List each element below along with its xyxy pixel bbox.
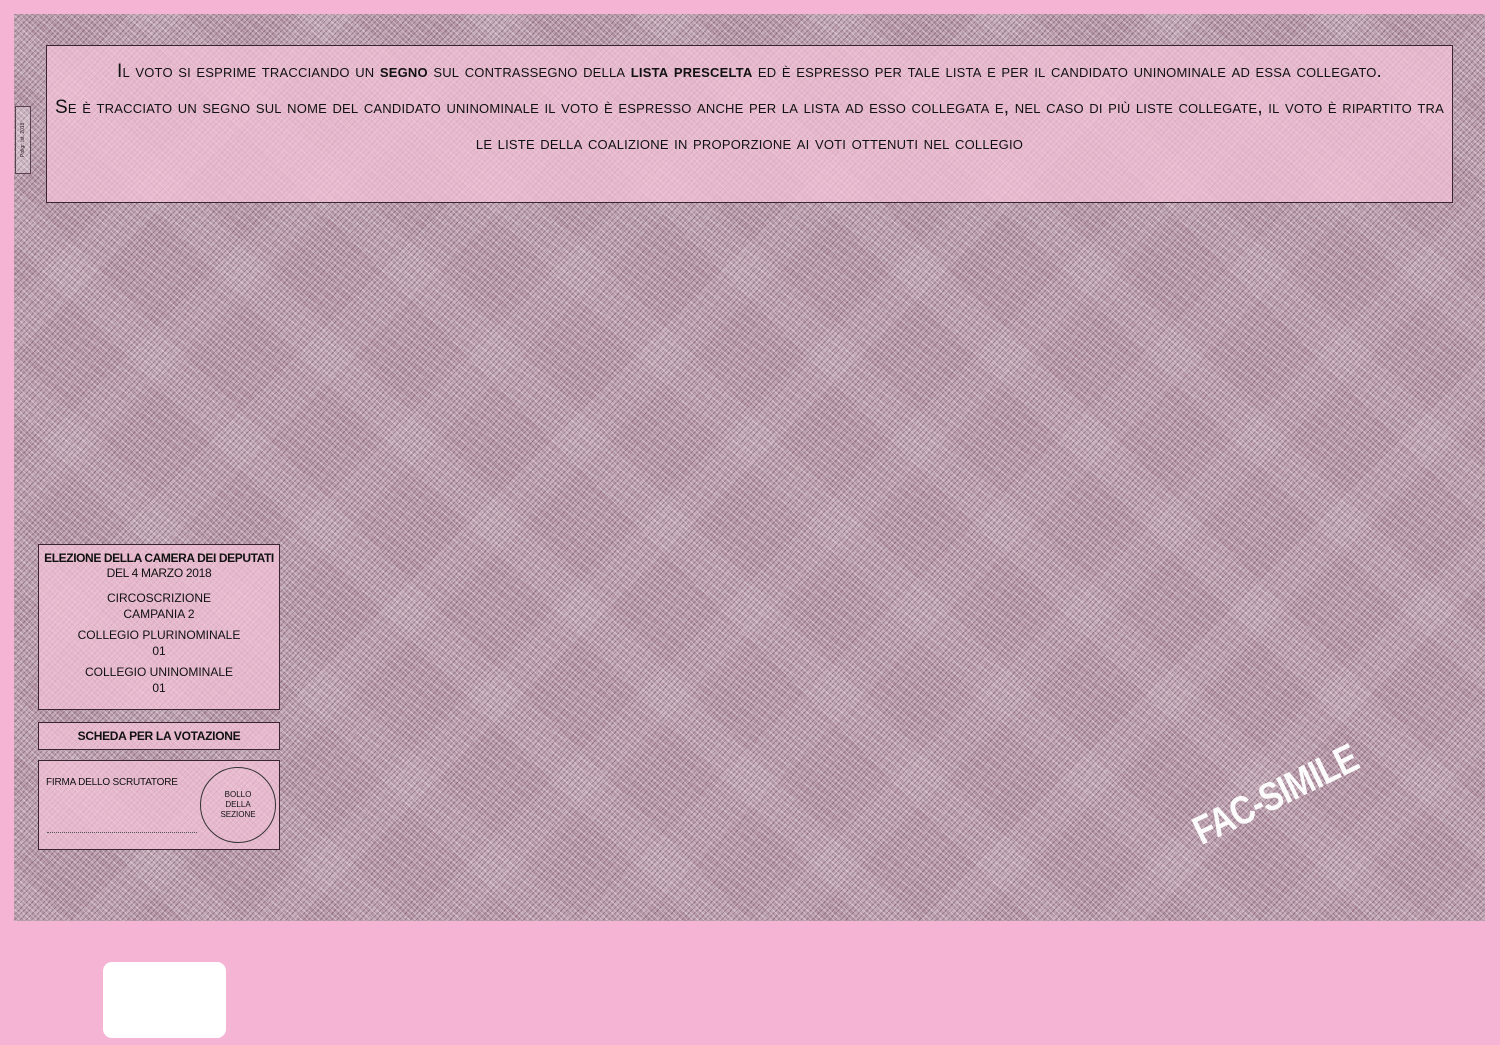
instruction-paragraph-2: Se è tracciato un segno sul nome del can… [54,97,1445,154]
ballot-sheet: Poligr. Ist. 2018 Il voto si esprime tra… [14,14,1485,921]
signature-box: FIRMA DELLO SCRUTATORE BOLLO DELLA SEZIO… [38,760,280,850]
signature-label: FIRMA DELLO SCRUTATORE [46,777,178,788]
collegio-plurinominale-value: 01 [152,644,166,658]
instruction-text: sul contrassegno della [427,61,631,82]
instruction-paragraph-1: Il voto si esprime tracciando un segno s… [53,54,1446,90]
signature-line [47,832,197,833]
circoscrizione-label: CIRCOSCRIZIONE [106,591,211,605]
collegio-uninominale-label: COLLEGIO UNINOMINALE [84,665,234,679]
election-date: DEL 4 MARZO 2018 [106,566,212,580]
blank-label-area [103,962,226,1038]
stamp-text: DELLA [225,800,251,809]
instruction-emphasis-lista: lista prescelta [630,61,753,82]
printer-code: Poligr. Ist. 2018 [15,106,31,174]
collegio-plurinominale-label: COLLEGIO PLURINOMINALE [77,628,241,642]
circoscrizione-value: CAMPANIA 2 [123,607,195,621]
collegio-uninominale-value: 01 [152,681,166,695]
instruction-text: ed è espresso per tale lista e per il ca… [752,61,1383,82]
section-stamp-circle: BOLLO DELLA SEZIONE [200,767,276,843]
instruction-text: Il voto si esprime tracciando un [116,61,380,82]
stamp-text: BOLLO [224,790,252,799]
fac-simile-watermark: FAC-SIMILE [1186,736,1365,854]
election-header-box: ELEZIONE DELLA CAMERA DEI DEPUTATI DEL 4… [38,544,280,710]
stamp-text: SEZIONE [220,810,256,819]
election-title: ELEZIONE DELLA CAMERA DEI DEPUTATI [44,551,274,565]
ballot-title: SCHEDA PER LA VOTAZIONE [38,722,280,750]
voting-instructions: Il voto si esprime tracciando un segno s… [46,45,1453,203]
instruction-emphasis-segno: segno [379,61,428,82]
